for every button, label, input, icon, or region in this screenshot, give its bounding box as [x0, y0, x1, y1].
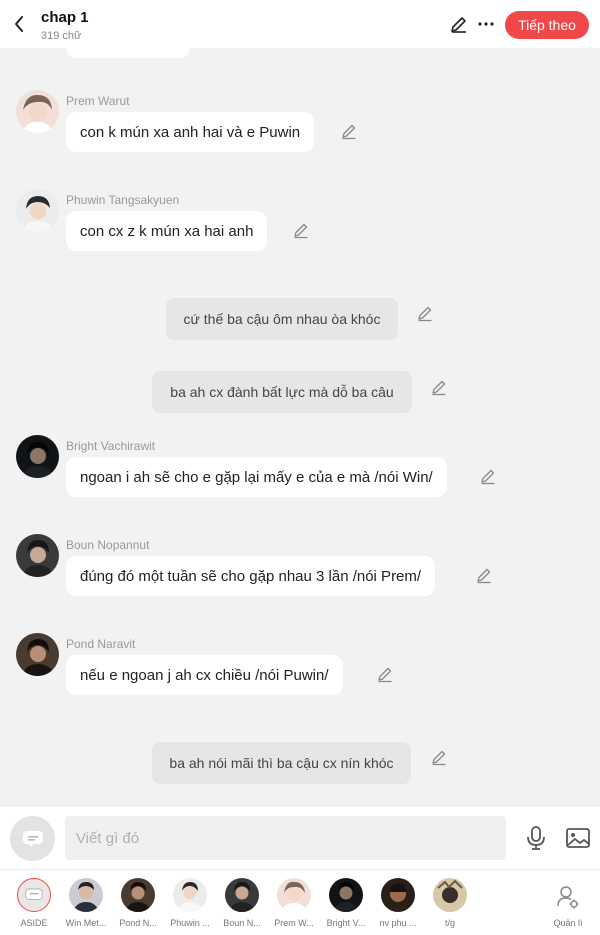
- chevron-left-icon: [15, 16, 23, 32]
- avatar: [225, 878, 259, 912]
- pencil-icon[interactable]: [430, 378, 448, 396]
- character-win[interactable]: Win Met...: [60, 870, 112, 935]
- sender-name: Phuwin Tangsakyuen: [66, 193, 180, 207]
- avatar[interactable]: [16, 633, 59, 676]
- chapter-title: chap 1: [41, 9, 89, 26]
- avatar: [121, 878, 155, 912]
- pencil-icon[interactable]: [376, 665, 394, 683]
- manage-label: Quản lí: [553, 918, 583, 928]
- sender-name: Bright Vachirawit: [66, 439, 156, 453]
- message-bubble[interactable]: con k mún xa anh hai và e Puwin: [66, 112, 315, 152]
- avatar: [277, 878, 311, 912]
- avatar: [381, 878, 415, 912]
- avatar: [173, 878, 207, 912]
- chat-area[interactable]: Prem Warut con k mún xa anh hai và e Puw…: [0, 48, 600, 805]
- back-button[interactable]: [8, 12, 30, 36]
- narration-bubble[interactable]: ba ah nói mãi thì ba cậu cx nín khóc: [152, 742, 411, 784]
- narration-bubble[interactable]: ba ah cx đành bất lực mà dỗ ba câu: [152, 371, 412, 413]
- sender-name: Boun Nopannut: [66, 538, 150, 552]
- character-label: Prem W...: [274, 918, 314, 928]
- message-bubble[interactable]: nếu e ngoan j ah cx chiều /nói Puwin/: [66, 655, 343, 695]
- narration-bubble[interactable]: cứ thế ba cậu ôm nhau òa khóc: [166, 298, 398, 340]
- avatar: [433, 878, 467, 912]
- more-dots-icon: [478, 22, 494, 26]
- character-label: t/g: [444, 918, 455, 928]
- character-boun[interactable]: Boun N...: [216, 870, 268, 935]
- character-label: Boun N...: [223, 918, 261, 928]
- message-input[interactable]: [65, 816, 506, 860]
- message-row: Prem Warut con k mún xa anh hai và e Puw…: [0, 90, 600, 190]
- avatar[interactable]: [16, 534, 59, 577]
- character-author[interactable]: t/g: [424, 870, 476, 935]
- character-side[interactable]: nv phụ ...: [372, 870, 424, 935]
- character-label: Win Met...: [65, 918, 107, 928]
- manage-characters-button[interactable]: Quản lí: [548, 870, 588, 935]
- avatar[interactable]: [16, 189, 59, 232]
- pencil-icon[interactable]: [430, 748, 448, 766]
- pencil-icon[interactable]: [292, 221, 310, 239]
- message-bubble[interactable]: ngoan i ah sẽ cho e gặp lại mấy e của e …: [66, 457, 447, 497]
- previous-bubble: [66, 48, 190, 58]
- pencil-icon[interactable]: [340, 122, 358, 140]
- message-row: Pond Naravit nếu e ngoan j ah cx chiều /…: [0, 633, 600, 733]
- character-label: ASIDE: [20, 918, 48, 928]
- character-label: nv phụ ...: [379, 918, 417, 928]
- microphone-icon[interactable]: [524, 825, 548, 851]
- image-icon[interactable]: [565, 826, 591, 850]
- pencil-icon: [451, 17, 466, 33]
- message-bubble[interactable]: con cx z k mún xa hai anh: [66, 211, 268, 251]
- sender-name: Prem Warut: [66, 94, 130, 108]
- pencil-icon[interactable]: [475, 566, 493, 584]
- character-label: Pond N...: [119, 918, 157, 928]
- character-label: Phuwin ...: [170, 918, 210, 928]
- message-bubble[interactable]: đúng đó một tuần sẽ cho gặp nhau 3 lần /…: [66, 556, 436, 596]
- aside-avatar: [17, 878, 51, 912]
- pencil-icon[interactable]: [416, 304, 434, 322]
- message-row: Bright Vachirawit ngoan i ah sẽ cho e gặ…: [0, 435, 600, 535]
- word-count: 319 chữ: [41, 30, 82, 42]
- message-row: Boun Nopannut đúng đó một tuần sẽ cho gặ…: [0, 534, 600, 634]
- avatar[interactable]: [16, 435, 59, 478]
- chat-bubble-icon: [22, 830, 43, 847]
- character-label: Bright V...: [326, 918, 366, 928]
- message-row: Phuwin Tangsakyuen con cx z k mún xa hai…: [0, 189, 600, 289]
- character-aside[interactable]: ASIDE: [8, 870, 60, 935]
- user-settings-icon: [557, 886, 579, 909]
- character-bar: ASIDE Win Met... Pond N... Phuwin ... Bo…: [0, 869, 600, 935]
- pencil-icon[interactable]: [479, 467, 497, 485]
- avatar: [329, 878, 363, 912]
- character-phuwin[interactable]: Phuwin ...: [164, 870, 216, 935]
- sender-name: Pond Naravit: [66, 637, 136, 651]
- aside-toggle-button[interactable]: [10, 816, 55, 861]
- avatar: [69, 878, 103, 912]
- edit-button[interactable]: [449, 14, 469, 34]
- character-bright[interactable]: Bright V...: [320, 870, 372, 935]
- chat-bubble-icon: [25, 888, 43, 900]
- composer-bar: [0, 805, 600, 869]
- more-button[interactable]: [476, 14, 496, 34]
- character-prem[interactable]: Prem W...: [268, 870, 320, 935]
- avatar[interactable]: [16, 90, 59, 133]
- character-pond[interactable]: Pond N...: [112, 870, 164, 935]
- top-bar: chap 1 319 chữ Tiếp theo: [0, 0, 600, 48]
- next-button[interactable]: Tiếp theo: [505, 11, 589, 39]
